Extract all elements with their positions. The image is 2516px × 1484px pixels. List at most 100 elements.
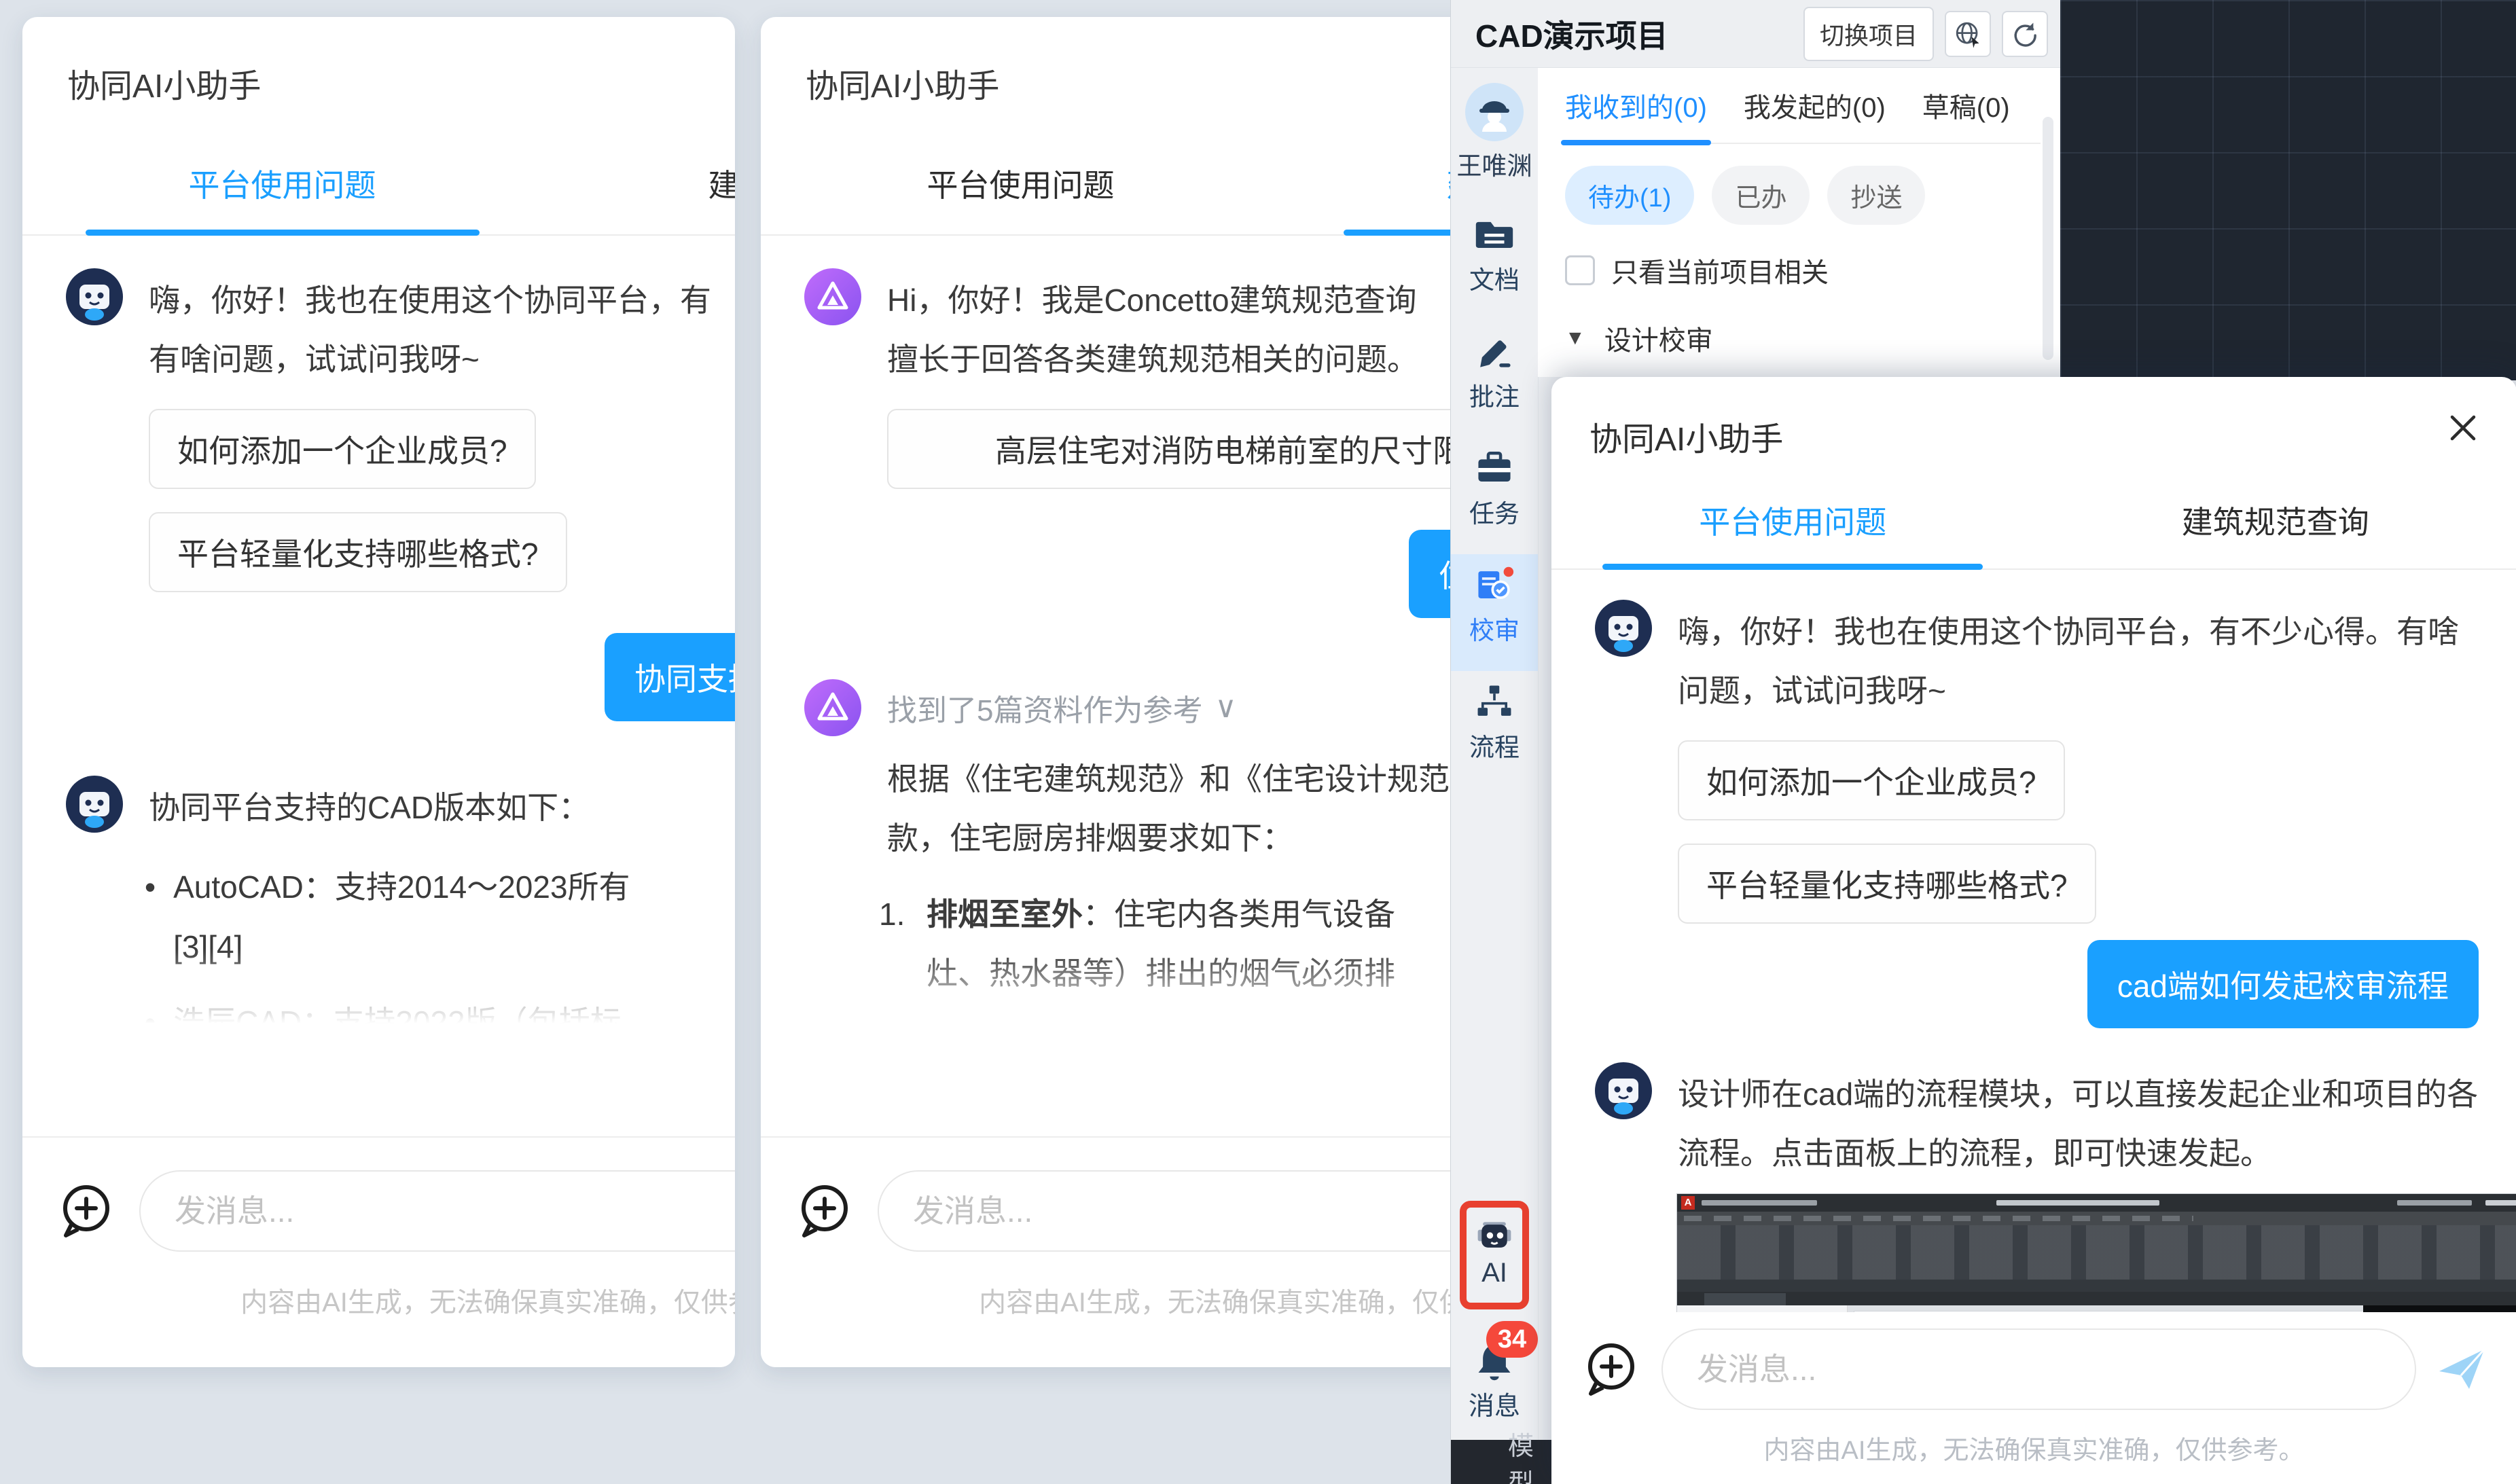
middle-tabs: 平台使用问题 建筑规范查询 (761, 143, 1508, 236)
middle-suggestions: 高层住宅对消防电梯前室的尺寸限制是 (887, 409, 1508, 489)
message-input[interactable] (1661, 1328, 2416, 1410)
pencil-icon (1475, 331, 1514, 371)
task-tabs: 我收到的(0) 我发起的(0) 草稿(0) (1565, 86, 2041, 144)
filter-done[interactable]: 已办 (1712, 166, 1810, 225)
tab-received[interactable]: 我收到的(0) (1565, 86, 1707, 125)
robot-avatar-icon (1595, 600, 1652, 657)
switch-project-button[interactable]: 切换项目 (1803, 7, 1934, 61)
unread-badge: 34 (1486, 1321, 1538, 1358)
left-tabs: 平台使用问题 建筑规范查询 (22, 143, 735, 236)
ai-tab-building-code[interactable]: 建筑规范查询 (2034, 487, 2516, 568)
sidebar-item-messages[interactable]: 34 消息 (1451, 1321, 1538, 1422)
bot-message-text: 协同平台支持的CAD版本如下： (149, 776, 590, 837)
user-name: 王唯渊 (1451, 145, 1538, 182)
sidebar-item-ai[interactable]: AI (1460, 1201, 1529, 1309)
ai-label: AI (1467, 1258, 1522, 1288)
left-tab-building-code[interactable]: 建筑规范查询 (542, 143, 735, 234)
bot-message-text: 根据《住宅建筑规范》和《住宅设计规范 款，住宅厨房排烟要求如下： (887, 747, 1450, 869)
bot-message-text: Hi，你好！我是Concetto建筑规范查询 擅长于回答各类建筑规范相关的问题。 (887, 268, 1418, 390)
ai-message-list: 嗨，你好！我也在使用这个协同平台，有不少心得。有啥问题，试试问我呀~ 如何添加一… (1551, 570, 2516, 1351)
autocad-logo-icon: A (1681, 1196, 1695, 1210)
bot-message: Hi，你好！我是Concetto建筑规范查询 擅长于回答各类建筑规范相关的问题。 (804, 268, 1508, 390)
ai-disclaimer-text: 内容由AI生成，无法确保真实准确，仅供参 (795, 1280, 1508, 1320)
robot-avatar-icon (1595, 1062, 1652, 1119)
suggestion-add-member[interactable]: 如何添加一个企业成员? (1678, 740, 2065, 820)
sidebar-item-workflow[interactable]: 流程 (1451, 671, 1538, 788)
middle-panel-title: 协同AI小助手 (761, 17, 1508, 107)
language-globe-button[interactable] (1945, 11, 1991, 57)
user-bubble: cad端如何发起校审流程 (2087, 940, 2479, 1028)
add-attachment-icon[interactable] (56, 1181, 116, 1241)
refresh-icon (2010, 19, 2040, 49)
cad-menubar (1677, 1212, 2516, 1225)
user-message-row: cad端如何发起校审流程 (1595, 940, 2479, 1028)
left-panel-title: 协同AI小助手 (22, 17, 735, 107)
ai-disclaimer-text: 内容由AI生成，无法确保真实准确，仅供参 (56, 1280, 735, 1320)
bot-message-text: 设计师在cad端的流程模块，可以直接发起企业和项目的各流程。点击面板上的流程，即… (1678, 1062, 2479, 1184)
refresh-button[interactable] (2002, 11, 2048, 57)
cad-model-tab-strip: 模型 (1451, 1440, 1551, 1484)
suggestion-lightweight-formats[interactable]: 平台轻量化支持哪些格式? (149, 512, 567, 592)
filter-todo[interactable]: 待办(1) (1565, 166, 1694, 225)
add-attachment-icon[interactable] (795, 1181, 855, 1241)
ai-panel-tabs: 平台使用问题 建筑规范查询 (1551, 487, 2516, 570)
current-project-filter[interactable]: 只看当前项目相关 (1565, 251, 2060, 290)
left-suggestions: 如何添加一个企业成员? 平台轻量化支持哪些格式? (149, 409, 735, 592)
fade-overlay (22, 949, 735, 1024)
robot-avatar-icon (66, 776, 123, 833)
checkbox[interactable] (1565, 255, 1595, 285)
scrollbar[interactable] (2043, 117, 2053, 360)
middle-message-list: Hi，你好！我是Concetto建筑规范查询 擅长于回答各类建筑规范相关的问题。… (761, 236, 1508, 1024)
ai-panel-title: 协同AI小助手 (1589, 412, 1783, 460)
references-toggle[interactable]: 找到了5篇资料作为参考 ∨ (887, 679, 1450, 729)
sidebar-item-documents[interactable]: 文档 (1451, 204, 1538, 321)
flowchart-icon (1475, 682, 1514, 721)
user-bubble: 协同支持 (605, 633, 735, 721)
sidebar-item-annotations[interactable]: 批注 (1451, 321, 1538, 437)
folder-icon (1475, 215, 1514, 254)
sidebar-item-tasks[interactable]: 任务 (1451, 437, 1538, 554)
design-review-group[interactable]: ▼ 设计校审 (1565, 319, 2060, 358)
middle-composer: 内容由AI生成，无法确保真实准确，仅供参 (761, 1136, 1508, 1367)
tab-initiated[interactable]: 我发起的(0) (1744, 86, 1886, 125)
middle-chat-panel: 协同AI小助手 平台使用问题 建筑规范查询 Hi，你好！我是Concetto建筑… (761, 17, 1508, 1367)
globe-icon (1953, 19, 1983, 49)
tab-drafts[interactable]: 草稿(0) (1922, 86, 2010, 125)
left-composer: 内容由AI生成，无法确保真实准确，仅供参 (22, 1136, 735, 1367)
bot-message-text: 嗨，你好！我也在使用这个协同平台，有 有啥问题，试试问我呀~ (149, 268, 711, 390)
model-tab[interactable]: 模型 (1508, 1425, 1551, 1484)
left-tab-platform-usage[interactable]: 平台使用问题 (22, 143, 542, 234)
collapse-triangle-icon: ▼ (1565, 327, 1585, 350)
review-task-panel: 我收到的(0) 我发起的(0) 草稿(0) 待办(1) 已办 抄送 只看当前项目… (1538, 68, 2060, 377)
filter-cc[interactable]: 抄送 (1827, 166, 1925, 225)
briefcase-icon (1475, 448, 1514, 488)
add-attachment-icon[interactable] (1581, 1339, 1641, 1399)
suggestion-fire-elevator[interactable]: 高层住宅对消防电梯前室的尺寸限制是 (887, 409, 1508, 489)
robot-avatar-icon (66, 268, 123, 325)
bot-message: 找到了5篇资料作为参考 ∨ 根据《住宅建筑规范》和《住宅设计规范 款，住宅厨房排… (804, 679, 1508, 869)
message-input[interactable] (878, 1170, 1508, 1252)
close-icon[interactable] (2447, 412, 2479, 444)
suggestion-lightweight-formats[interactable]: 平台轻量化支持哪些格式? (1678, 844, 2096, 924)
ai-disclaimer-text: 内容由AI生成，无法确保真实准确，仅供参考。 (1581, 1429, 2487, 1466)
ai-suggestions: 如何添加一个企业成员? 平台轻量化支持哪些格式? (1678, 740, 2479, 924)
user-profile[interactable]: 王唯渊 (1451, 68, 1538, 182)
chevron-down-icon: ∨ (1215, 690, 1236, 725)
cad-canvas[interactable] (2060, 0, 2516, 380)
sidebar-item-review[interactable]: 校审 (1451, 554, 1538, 671)
ai-tab-platform-usage[interactable]: 平台使用问题 (1551, 487, 2034, 568)
module-sidebar: 王唯渊 文档 批注 任务 (1451, 68, 1539, 1440)
send-icon[interactable] (2437, 1344, 2487, 1394)
bot-message: 设计师在cad端的流程模块，可以直接发起企业和项目的各流程。点击面板上的流程，即… (1595, 1062, 2479, 1184)
task-filters: 待办(1) 已办 抄送 (1565, 166, 2060, 225)
middle-tab-platform-usage[interactable]: 平台使用问题 (761, 143, 1280, 234)
bot-message: 协同平台支持的CAD版本如下： (66, 776, 735, 837)
message-input[interactable] (139, 1170, 735, 1252)
fade-overlay (761, 949, 1508, 1024)
project-title: CAD演示项目 (1475, 12, 1793, 56)
user-message-row: 住宅厨 (804, 530, 1508, 618)
concetto-avatar-icon (804, 268, 861, 325)
left-chat-panel: 协同AI小助手 平台使用问题 建筑规范查询 嗨，你好！我也在使用这个协同平台，有… (22, 17, 735, 1367)
suggestion-add-member[interactable]: 如何添加一个企业成员? (149, 409, 536, 489)
project-header: CAD演示项目 切换项目 (1451, 0, 2060, 68)
